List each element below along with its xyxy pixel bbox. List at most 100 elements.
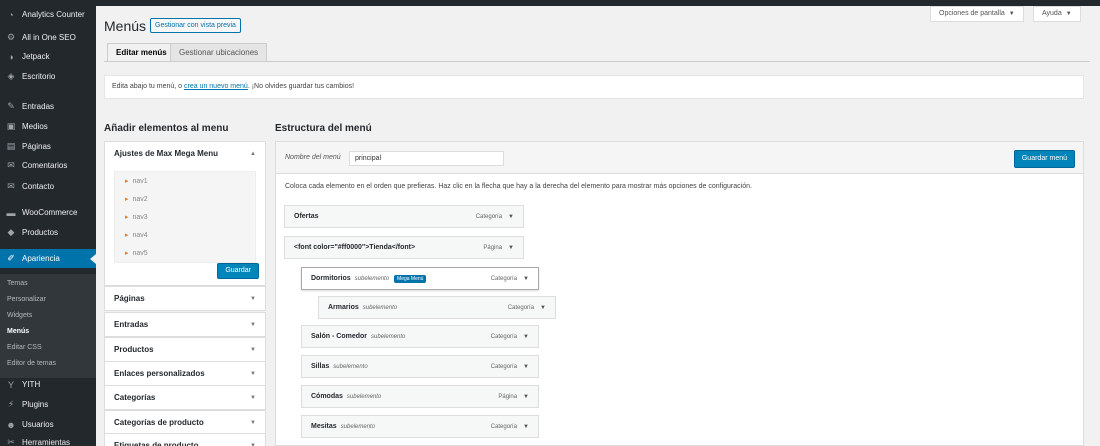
menu-item[interactable]: Salón - Comedor subelemento Categoría ▼ (301, 325, 539, 348)
expand-arrow-icon[interactable]: ▼ (523, 394, 529, 400)
expand-arrow-icon[interactable]: ▼ (523, 334, 529, 340)
sidebar-item-label: All in One SEO (22, 33, 76, 42)
menu-item-type-label: Categoría (490, 275, 518, 282)
menu-item-type: Categoría ▼ (508, 305, 546, 311)
menu-item[interactable]: Mesitas subelemento Categoría ▼ (301, 415, 539, 438)
submenu-item[interactable]: Temas (0, 276, 96, 292)
expand-arrow-icon[interactable]: ▼ (523, 424, 529, 430)
nav-location-item[interactable]: ▸ nav5 (115, 244, 255, 262)
expand-arrow-icon[interactable]: ▼ (523, 276, 529, 282)
menu-item-type-label: Categoría (475, 213, 503, 220)
save-menu-button[interactable]: Guardar menú (1013, 150, 1075, 168)
nav-location-label: nav1 (132, 177, 148, 185)
panel-title: Ajustes de Max Mega Menu (114, 149, 219, 158)
menu-item[interactable]: Ofertas Categoría ▼ (284, 205, 524, 228)
add-items-panel[interactable]: Entradas ▼ (104, 312, 266, 337)
menu-item[interactable]: Cómodas subelemento Página ▼ (301, 385, 539, 408)
add-items-panel[interactable]: Categorías ▼ (104, 385, 266, 410)
menu-item-type-label: Página (498, 393, 518, 400)
menu-item[interactable]: <font color="#ff0000">Tienda</font> Págin… (284, 236, 524, 259)
panel-header[interactable]: Categorías ▼ (105, 386, 265, 409)
menu-item-label: Dormitorios (311, 275, 351, 282)
sidebar-item[interactable]: ◆ Productos (0, 223, 96, 242)
help-button[interactable]: Ayuda ▼ (1033, 6, 1081, 22)
submenu-item[interactable]: Personalizar (0, 292, 96, 308)
add-items-panel[interactable]: Categorías de producto ▼ (104, 410, 266, 435)
panel-header[interactable]: Páginas ▼ (105, 287, 265, 310)
scrollbar[interactable] (1090, 6, 1100, 446)
panel-title: Entradas (114, 320, 149, 329)
screen-options-button[interactable]: Opciones de pantalla ▼ (930, 6, 1024, 22)
notice-text-before: Edita abajo tu menú, o (112, 83, 184, 90)
sidebar-item[interactable]: ◑ Jetpack (0, 47, 96, 66)
sidebar-item[interactable]: ▤ Páginas (0, 137, 96, 156)
sidebar-item[interactable]: ◈ Escritorio (0, 67, 96, 86)
sidebar-item[interactable]: ◔ Analytics Counter (0, 5, 96, 24)
panel-header[interactable]: Entradas ▼ (105, 313, 265, 336)
submenu-item[interactable]: Editor de temas (0, 356, 96, 372)
menu-item[interactable]: Dormitorios subelemento Mega Menú Categoría… (301, 267, 539, 290)
sidebar-item[interactable]: ✐ Apariencia (0, 249, 96, 268)
tab-manage-locations[interactable]: Gestionar ubicaciones (170, 43, 268, 62)
menu-item[interactable]: Armarios subelemento Categoría ▼ (318, 296, 556, 319)
mega-menu-button[interactable]: Mega Menú (394, 274, 427, 283)
sidebar-item[interactable]: ✎ Entradas (0, 97, 96, 116)
add-items-panel[interactable]: Páginas ▼ (104, 286, 266, 311)
yith-icon: Y (7, 379, 14, 390)
menu-item-type: Categoría ▼ (476, 214, 514, 220)
manage-with-preview-button[interactable]: Gestionar con vista previa (150, 18, 241, 33)
save-button[interactable]: Guardar (217, 263, 259, 279)
sidebar-item[interactable]: Y YITH (0, 375, 96, 394)
nav-location-item[interactable]: ▸ nav3 (115, 208, 255, 226)
submenu-item[interactable]: Menús (0, 324, 96, 340)
nav-location-item[interactable]: ▸ nav4 (115, 226, 255, 244)
menu-name-input[interactable]: principal (349, 151, 504, 166)
sidebar-item[interactable]: ▬ WooCommerce (0, 203, 96, 222)
instructions-text: Coloca cada elemento en el orden que pre… (285, 183, 752, 190)
sidebar-item[interactable]: ▣ Medios (0, 117, 96, 136)
nav-location-label: nav3 (132, 213, 148, 221)
screen-options-label: Opciones de pantalla (939, 10, 1005, 17)
menu-item-sublabel: subelemento (333, 363, 368, 370)
submenu-item[interactable]: Editar CSS (0, 340, 96, 356)
submenu-item[interactable]: Widgets (0, 308, 96, 324)
expand-arrow-icon[interactable]: ▼ (508, 245, 514, 251)
menu-item-type-label: Categoría (507, 304, 535, 311)
sidebar-item[interactable]: ✉ Contacto (0, 177, 96, 196)
panel-header[interactable]: Categorías de producto ▼ (105, 411, 265, 434)
menu-item-sublabel: subelemento (354, 275, 390, 282)
expand-arrow-icon[interactable]: ▼ (523, 364, 529, 370)
tab-edit-menus[interactable]: Editar menús (107, 43, 176, 62)
max-mega-menu-panel-header[interactable]: Ajustes de Max Mega Menu ▲ (105, 142, 265, 165)
panel-title: Páginas (114, 294, 145, 303)
menu-item[interactable]: Sillas subelemento Categoría ▼ (301, 355, 539, 378)
sidebar-item[interactable]: ⚙ All in One SEO (0, 28, 96, 47)
menu-structure-heading: Estructura del menú (275, 123, 372, 134)
expand-arrow-icon[interactable]: ▼ (508, 214, 514, 220)
menu-item-title: Sillas subelemento (311, 363, 368, 370)
sidebar-item[interactable]: ✂ Herramientas (0, 433, 96, 446)
notice-box: Edita abajo tu menú, o crea un nuevo men… (104, 75, 1084, 99)
add-items-panel[interactable]: Productos ▼ (104, 337, 266, 362)
sidebar-item-label: Contacto (22, 182, 55, 191)
add-items-panel[interactable]: Etiquetas de producto ▼ (104, 433, 266, 446)
nav-location-item[interactable]: ▸ nav2 (115, 190, 255, 208)
menu-item-type-label: Categoría (490, 333, 518, 340)
add-items-panel[interactable]: Enlaces personalizados ▼ (104, 361, 266, 386)
caret-down-icon: ▼ (1065, 11, 1072, 17)
chart-circle-icon: ◔ (8, 9, 14, 20)
menu-item-sublabel: subelemento (371, 333, 406, 340)
sidebar-item[interactable]: ⚡ Plugins (0, 395, 96, 414)
panel-header[interactable]: Etiquetas de producto ▼ (105, 434, 265, 446)
nav-location-label: nav4 (132, 231, 148, 239)
panel-header[interactable]: Productos ▼ (105, 338, 265, 361)
sidebar-item-label: Herramientas (22, 438, 71, 446)
nav-location-item[interactable]: ▸ nav1 (115, 172, 255, 190)
expand-arrow-icon[interactable]: ▼ (540, 305, 546, 311)
add-items-heading: Añadir elementos al menu (104, 123, 229, 134)
create-new-menu-link[interactable]: crea un nuevo menú (184, 83, 248, 90)
sidebar-item[interactable]: ✉ Comentarios (0, 156, 96, 175)
panel-header[interactable]: Enlaces personalizados ▼ (105, 362, 265, 385)
menu-item-type: Página ▼ (498, 394, 529, 400)
sidebar-item[interactable]: ☻ Usuarios (0, 415, 96, 434)
